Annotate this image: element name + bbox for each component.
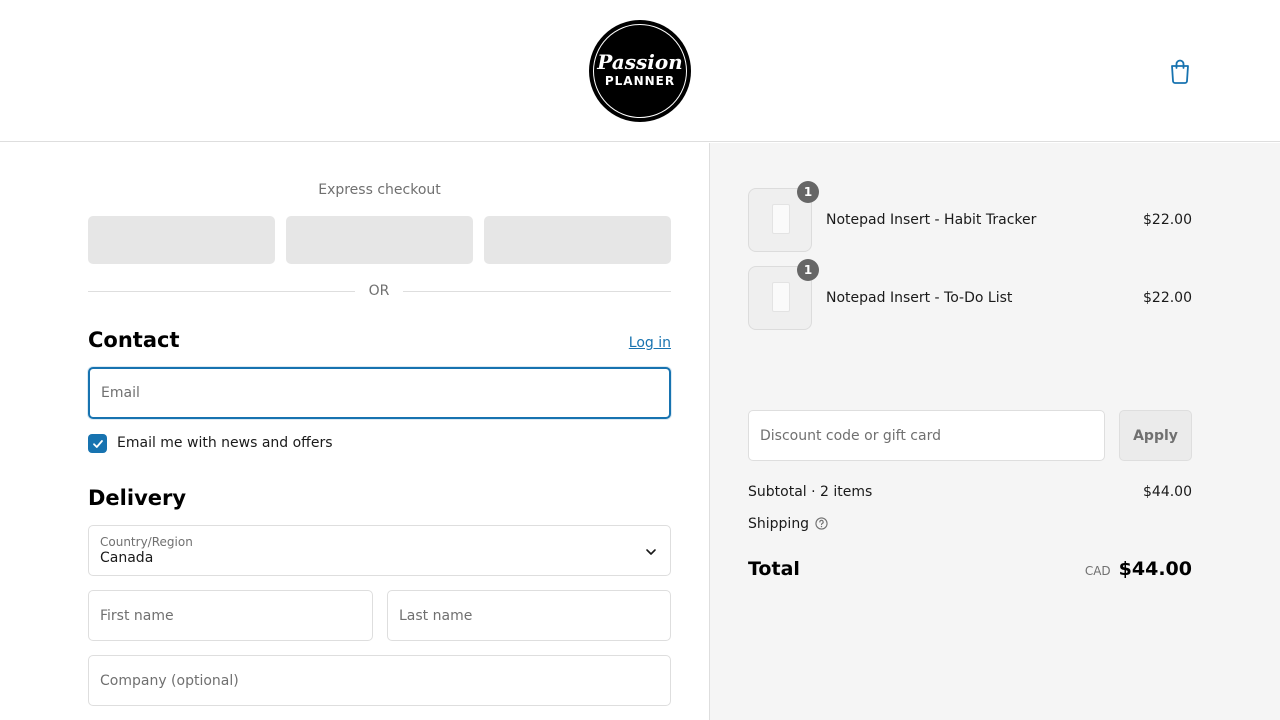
line-item-name: Notepad Insert - To-Do List bbox=[826, 290, 1013, 306]
email-field[interactable] bbox=[88, 367, 671, 419]
apply-discount-button[interactable]: Apply bbox=[1119, 410, 1192, 461]
quantity-badge: 1 bbox=[797, 259, 819, 281]
shipping-row: Shipping bbox=[748, 516, 828, 532]
line-item-price: $22.00 bbox=[1143, 290, 1192, 306]
logo-ring bbox=[593, 24, 687, 118]
or-divider-left bbox=[88, 291, 355, 292]
newsletter-checkbox[interactable] bbox=[88, 434, 107, 453]
first-name-field[interactable] bbox=[88, 590, 373, 641]
first-name-input[interactable] bbox=[100, 591, 361, 640]
delivery-title: Delivery bbox=[88, 486, 187, 510]
total-value: $44.00 bbox=[1118, 558, 1192, 580]
notepad-image bbox=[772, 204, 790, 234]
express-pay-button-2[interactable] bbox=[286, 216, 473, 264]
total-amount: CAD $44.00 bbox=[1085, 558, 1192, 580]
total-label: Total bbox=[748, 558, 800, 580]
email-input[interactable] bbox=[101, 369, 658, 417]
contact-title: Contact bbox=[88, 328, 180, 352]
login-link[interactable]: Log in bbox=[629, 335, 671, 351]
company-field[interactable] bbox=[88, 655, 671, 706]
chevron-down-icon bbox=[646, 549, 656, 555]
country-region-value: Canada bbox=[100, 550, 154, 566]
or-divider-right bbox=[403, 291, 671, 292]
express-pay-button-1[interactable] bbox=[88, 216, 275, 264]
subtotal-value: $44.00 bbox=[1143, 484, 1192, 500]
country-region-select[interactable]: Country/Region Canada bbox=[88, 525, 671, 576]
notepad-image bbox=[772, 282, 790, 312]
quantity-badge: 1 bbox=[797, 181, 819, 203]
last-name-field[interactable] bbox=[387, 590, 671, 641]
subtotal-label: Subtotal · 2 items bbox=[748, 484, 873, 500]
shipping-label: Shipping bbox=[748, 516, 810, 532]
line-item-price: $22.00 bbox=[1143, 212, 1192, 228]
last-name-input[interactable] bbox=[399, 591, 659, 640]
express-checkout-label: Express checkout bbox=[318, 182, 441, 198]
checkmark-icon bbox=[92, 439, 103, 448]
site-header: Passion PLANNER bbox=[0, 0, 1280, 142]
discount-code-input[interactable] bbox=[760, 411, 1093, 460]
express-pay-button-3[interactable] bbox=[484, 216, 671, 264]
currency-code: CAD bbox=[1084, 564, 1111, 578]
passion-planner-logo[interactable]: Passion PLANNER bbox=[590, 21, 690, 121]
or-divider-label: OR bbox=[368, 283, 390, 299]
help-circle-icon[interactable] bbox=[815, 517, 828, 530]
line-item-name: Notepad Insert - Habit Tracker bbox=[826, 212, 1037, 228]
country-region-label: Country/Region bbox=[100, 535, 193, 549]
newsletter-label: Email me with news and offers bbox=[117, 435, 333, 451]
discount-code-field[interactable] bbox=[748, 410, 1105, 461]
company-input[interactable] bbox=[100, 656, 659, 705]
shopping-bag-icon[interactable] bbox=[1168, 58, 1192, 84]
